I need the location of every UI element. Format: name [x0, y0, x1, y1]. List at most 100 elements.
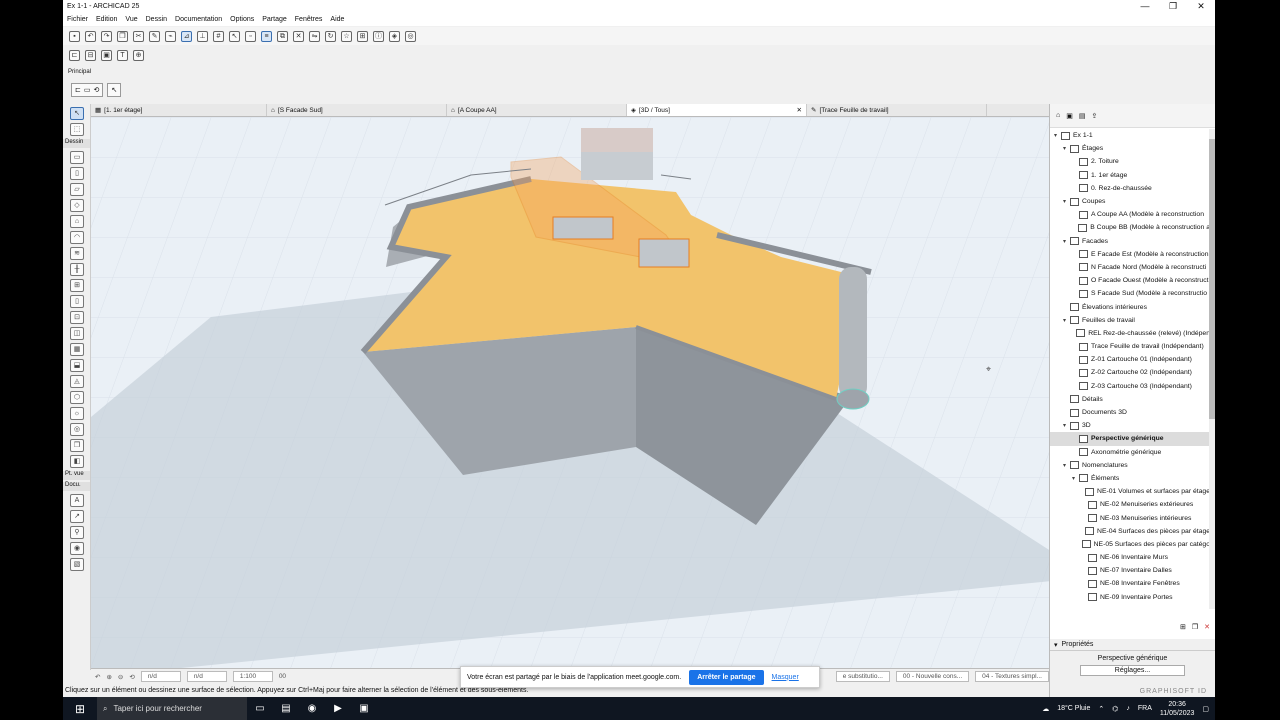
navigator-item[interactable]: ▾ Ex 1-1	[1050, 129, 1210, 142]
navigator-item[interactable]: Documents 3D	[1050, 406, 1210, 419]
menu-documentation[interactable]: Documentation	[175, 16, 222, 23]
length-field[interactable]: n/d	[186, 671, 227, 682]
menu-fenetres[interactable]: Fenêtres	[295, 16, 323, 23]
column-tool-icon[interactable]: ▯	[70, 167, 84, 180]
wall-end-tool-icon[interactable]: ◧	[70, 455, 84, 468]
roof-tool-icon[interactable]: ⌂	[70, 215, 84, 228]
zoom-icon[interactable]: ⊕	[133, 49, 144, 61]
navigator-item[interactable]: ▾ Facades	[1050, 235, 1210, 248]
navigator-item[interactable]: ▾ Étages	[1050, 142, 1210, 155]
navigator-item[interactable]: NE-08 Inventaire Fenêtres	[1050, 577, 1210, 590]
caret-icon[interactable]: ▾	[1063, 198, 1070, 205]
tab-facade-sud[interactable]: ⌂ [S Facade Sud]	[267, 104, 447, 116]
chevron-up-icon[interactable]: ⌃	[1098, 705, 1104, 713]
collapse-icon[interactable]: ▾	[1054, 641, 1058, 649]
orbit-icon[interactable]: ⟲	[94, 86, 100, 94]
zoom-in-icon[interactable]: ⊕	[106, 673, 111, 681]
caret-icon[interactable]: ▾	[1063, 238, 1070, 245]
navigator-item[interactable]: NE-09 Inventaire Portes	[1050, 591, 1210, 604]
hide-link[interactable]: Masquer	[772, 674, 799, 681]
navigator-item[interactable]: REL Rez-de-chaussée (relevé) (Indépen	[1050, 327, 1210, 340]
trace-icon[interactable]: ⧉	[277, 30, 288, 42]
rotate-icon[interactable]: ↻	[325, 30, 336, 42]
scale-field[interactable]: 1:100	[232, 671, 273, 682]
navigator-item[interactable]: Trace Feuille de travail (Indépendant)	[1050, 340, 1210, 353]
curtain-wall-tool-icon[interactable]: ⊞	[70, 279, 84, 292]
eyedropper-icon[interactable]: ⌁	[165, 30, 176, 42]
volume-icon[interactable]: ♪	[1126, 705, 1130, 712]
guide-lines-icon[interactable]: ⊿	[181, 30, 192, 42]
zoom-out-icon[interactable]: ⊖	[118, 673, 123, 681]
teamwork-icon[interactable]: ◎	[405, 30, 416, 42]
navigator-item[interactable]: NE-07 Inventaire Dalles	[1050, 564, 1210, 577]
navigator-item[interactable]: Z-02 Cartouche 02 (Indépendant)	[1050, 366, 1210, 379]
pointer-tool-icon[interactable]: ↖	[111, 86, 117, 94]
window-icon[interactable]: ▭	[84, 86, 91, 94]
beam-tool-icon[interactable]: ▱	[70, 183, 84, 196]
taskbar-search[interactable]: ⌕ Taper ici pour rechercher	[97, 697, 247, 720]
navigator-item[interactable]: ▾ Coupes	[1050, 195, 1210, 208]
close-button[interactable]: ✕	[1187, 1, 1215, 12]
grid-icon[interactable]: #	[213, 30, 224, 42]
orbit-view-icon[interactable]: ⟲	[129, 673, 134, 681]
arrow-tool-icon[interactable]: ↖	[70, 107, 84, 120]
navigator-item[interactable]: NE-02 Menuiseries extérieures	[1050, 498, 1210, 511]
image-icon[interactable]: ▣	[101, 49, 112, 61]
tab-coupe-aa[interactable]: ⌂ [A Coupe AA]	[447, 104, 627, 116]
project-map-icon[interactable]: ⌂	[1056, 112, 1060, 119]
close-tab-icon[interactable]: ✕	[797, 106, 802, 114]
caret-icon[interactable]: ▾	[1063, 462, 1070, 469]
marquee-tool-icon[interactable]: ⬚	[70, 123, 84, 136]
mirror-icon[interactable]: ⇋	[309, 30, 320, 42]
navigator-item[interactable]: Perspective générique	[1050, 432, 1210, 446]
morph-tool-icon[interactable]: ⬡	[70, 391, 84, 404]
save-icon[interactable]: ▪	[69, 30, 80, 42]
favorites-icon[interactable]: ☆	[341, 30, 352, 42]
terminal-icon[interactable]: ▶	[325, 703, 351, 714]
cross-icon[interactable]: ✕	[293, 30, 304, 42]
navigator-item[interactable]: ▾ 3D	[1050, 419, 1210, 432]
morph-box-tool-icon[interactable]: ❒	[70, 439, 84, 452]
tab-3d[interactable]: ◈ [3D / Tous] ✕	[627, 104, 807, 116]
clone-icon[interactable]: ❐	[1192, 623, 1198, 635]
angle-field[interactable]: n/d	[140, 671, 181, 682]
redo-icon[interactable]: ↷	[101, 30, 112, 42]
windows-start-icon[interactable]: ⊞	[63, 702, 97, 716]
layer-combo[interactable]: 00	[279, 673, 286, 680]
lock-icon[interactable]: ▫	[245, 30, 256, 42]
layers-icon[interactable]: ≡	[261, 30, 272, 42]
opening-tool-icon[interactable]: ◎	[70, 423, 84, 436]
caret-icon[interactable]: ▾	[1072, 475, 1079, 482]
menu-vue[interactable]: Vue	[125, 16, 137, 23]
navigator-item[interactable]: ▾ Nomenclatures	[1050, 459, 1210, 472]
tab-trace[interactable]: ✎ [Trace Feuille de travail]	[807, 104, 987, 116]
navigator-item[interactable]: Z-01 Cartouche 01 (Indépendant)	[1050, 353, 1210, 366]
settings-button[interactable]: Réglages...	[1080, 665, 1185, 676]
undo-view-icon[interactable]: ↶	[95, 673, 100, 681]
3d-icon[interactable]: ◈	[389, 30, 400, 42]
new-view-icon[interactable]: ⊞	[1180, 623, 1186, 635]
navigator-scrollbar[interactable]	[1209, 129, 1215, 609]
navigator-item[interactable]: O Facade Ouest (Modèle à reconstruct	[1050, 274, 1210, 287]
delete-icon[interactable]: ✕	[1204, 623, 1210, 635]
navigator-item[interactable]: NE-06 Inventaire Murs	[1050, 551, 1210, 564]
caret-icon[interactable]: ▾	[1063, 422, 1070, 429]
undo-icon[interactable]: ↶	[85, 30, 96, 42]
wall-tool-icon[interactable]: ▭	[70, 151, 84, 164]
renovation-field[interactable]: 00 - Nouvelle cons...	[895, 671, 970, 682]
navigator-item[interactable]: Axonométrie générique	[1050, 446, 1210, 459]
stack-icon[interactable]: ⊟	[85, 49, 96, 61]
text-icon[interactable]: T	[117, 49, 128, 61]
navigator-item[interactable]: NE-05 Surfaces des pièces par catégo	[1050, 538, 1210, 551]
texture-field[interactable]: 04 - Textures simpl...	[975, 671, 1049, 682]
snap-icon[interactable]: ⊥	[197, 30, 208, 42]
menu-fichier[interactable]: Fichier	[67, 16, 88, 23]
navigator-item[interactable]: Élevations intérieures	[1050, 300, 1210, 313]
stair-tool-icon[interactable]: ≋	[70, 247, 84, 260]
navigator-item[interactable]: 0. Rez-de-chaussée	[1050, 182, 1210, 195]
chrome-icon[interactable]: ◉	[299, 703, 325, 714]
weather-text[interactable]: 18°C Pluie	[1057, 705, 1090, 712]
level-dimension-tool-icon[interactable]: ↗	[70, 510, 84, 523]
maximize-button[interactable]: ❐	[1159, 1, 1187, 12]
view-map-icon[interactable]: ▣	[1066, 112, 1073, 120]
